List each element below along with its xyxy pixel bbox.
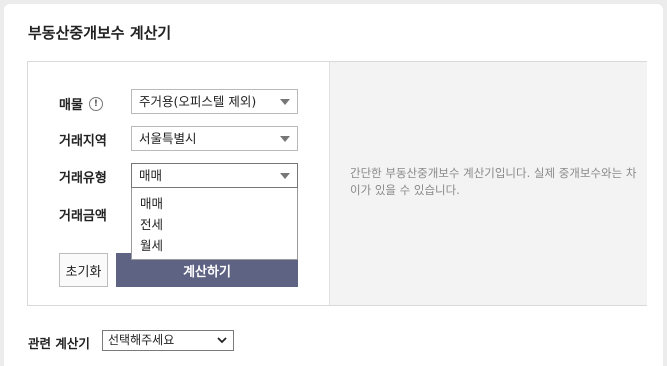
type-select-value: 매매 [139, 168, 163, 183]
region-label: 거래지역 [59, 134, 107, 149]
reset-button[interactable]: 초기화 [59, 253, 108, 287]
type-select[interactable]: 매매 [131, 163, 298, 188]
caret-down-icon [280, 173, 290, 179]
info-icon[interactable]: ! [88, 96, 103, 111]
calculator-panel: 매물 ! 주거용(오피스텔 제외) 거래지역 서울특별시 거래유형 매매 매매 … [27, 61, 647, 306]
info-text: 간단한 부동산중개보수 계산기입니다. 실제 중개보수와는 차이가 있을 수 있… [350, 166, 637, 197]
property-select-value: 주거용(오피스텔 제외) [139, 94, 257, 109]
page-title: 부동산중개보수 계산기 [28, 24, 172, 42]
dropdown-option[interactable]: 월세 [132, 235, 297, 256]
related-select-value: 선택해주세요 [108, 333, 175, 347]
region-select[interactable]: 서울특별시 [131, 126, 298, 151]
related-calculator-select[interactable]: 선택해주세요 [102, 330, 234, 351]
type-dropdown-list: 매매 전세 월세 [131, 188, 298, 260]
dropdown-option[interactable]: 매매 [132, 193, 297, 214]
dropdown-option[interactable]: 전세 [132, 214, 297, 235]
caret-down-icon [280, 136, 290, 142]
amount-label: 거래금액 [59, 209, 107, 224]
property-label: 매물 [59, 98, 83, 113]
property-select[interactable]: 주거용(오피스텔 제외) [131, 89, 298, 114]
region-select-value: 서울특별시 [139, 131, 197, 146]
info-panel: 간단한 부동산중개보수 계산기입니다. 실제 중개보수와는 차이가 있을 수 있… [329, 62, 647, 305]
property-label-row: 매물 ! [59, 94, 103, 113]
caret-down-icon [280, 99, 290, 105]
related-calculator-label: 관련 계산기 [28, 336, 90, 351]
type-label: 거래유형 [59, 171, 107, 186]
calculator-card: 부동산중개보수 계산기 매물 ! 주거용(오피스텔 제외) 거래지역 서울특별시… [4, 4, 663, 366]
chevron-down-icon [217, 337, 227, 344]
